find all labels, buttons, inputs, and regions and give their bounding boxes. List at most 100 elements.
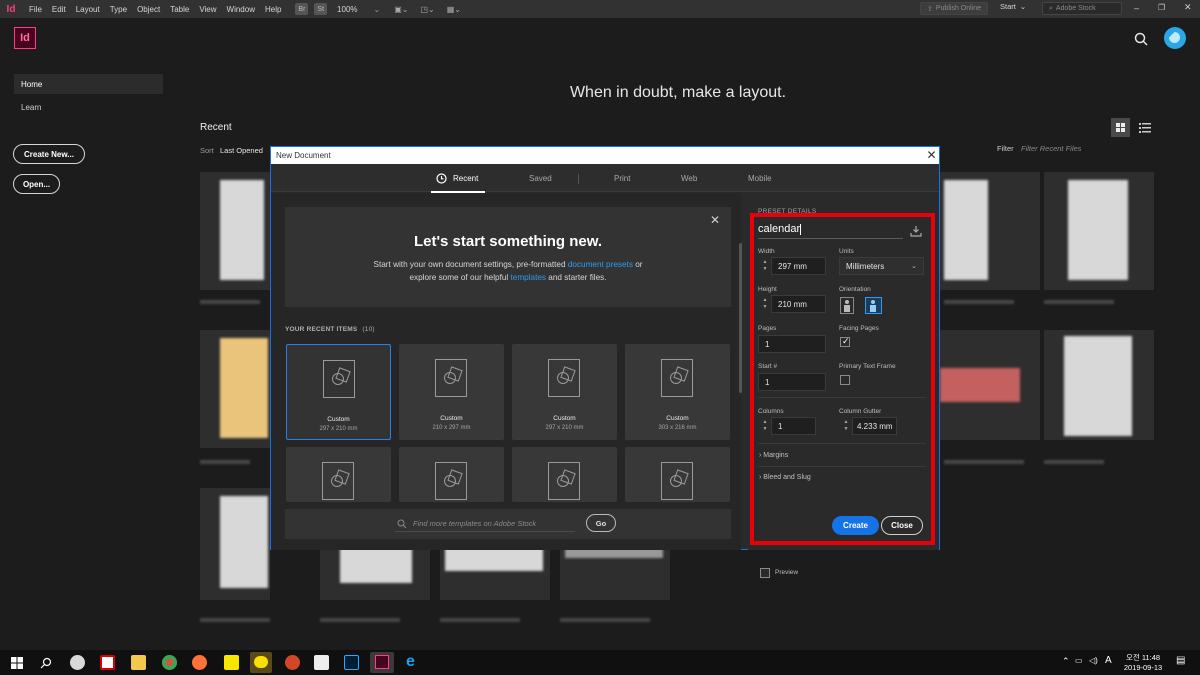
menu-layout[interactable]: Layout (76, 5, 100, 14)
preset-card[interactable] (399, 447, 504, 502)
welcome-text-part: explore some of our helpful (409, 273, 511, 282)
sort-dropdown[interactable]: Last Opened (220, 146, 263, 155)
preset-card[interactable] (625, 447, 730, 502)
preset-card[interactable] (286, 447, 391, 502)
go-button[interactable]: Go (586, 514, 616, 532)
menu-view[interactable]: View (199, 5, 216, 14)
preset-card[interactable]: Custom 303 x 216 mm (625, 344, 730, 440)
clock-time[interactable]: 오전 11:48 (1118, 652, 1168, 663)
avatar[interactable] (1164, 27, 1186, 49)
scrollbar[interactable] (739, 243, 742, 393)
paint-app-icon[interactable] (70, 655, 85, 670)
tab-recent[interactable]: Recent (453, 174, 478, 183)
open-button[interactable]: Open... (13, 174, 60, 194)
preview-checkbox[interactable] (760, 568, 770, 578)
photos-icon[interactable] (314, 655, 329, 670)
stock-search-bar: Find more templates on Adobe Stock Go (285, 509, 731, 539)
preset-card-name: Custom (440, 415, 463, 422)
banner-close-icon[interactable]: ✕ (710, 213, 720, 227)
preset-card-name: Custom (327, 416, 350, 423)
zoom-level[interactable]: 100% (337, 5, 357, 14)
list-view-icon[interactable] (1138, 120, 1152, 134)
file-explorer-icon[interactable] (131, 655, 146, 670)
nav-learn[interactable]: Learn (14, 97, 163, 117)
search-icon[interactable] (40, 657, 52, 669)
volume-icon[interactable]: ◁) (1089, 656, 1098, 665)
stock-search-input[interactable]: Find more templates on Adobe Stock (413, 519, 536, 528)
ime-indicator[interactable]: A (1105, 655, 1112, 666)
notifications-icon[interactable]: ▤ (1176, 655, 1185, 666)
welcome-title: Let's start something new. (413, 233, 603, 250)
firefox-icon[interactable] (192, 655, 207, 670)
arrange-documents-icon[interactable]: ▦⌄ (447, 5, 461, 14)
search-icon: ⌕ (1049, 4, 1053, 12)
minimize-icon[interactable]: – (1134, 3, 1139, 13)
search-icon[interactable] (1133, 31, 1149, 47)
recent-items-count: (10) (362, 326, 375, 333)
recent-file-caption (200, 460, 250, 464)
preset-card-size: 297 x 210 mm (545, 425, 584, 431)
nav-home[interactable]: Home (14, 74, 163, 94)
create-new-button[interactable]: Create New... (13, 144, 85, 164)
recent-file-thumbnail[interactable] (1044, 330, 1154, 440)
recent-file-thumbnail[interactable] (1044, 172, 1154, 290)
window-close-icon[interactable]: ✕ (1184, 2, 1192, 13)
stock-search-placeholder: Adobe Stock (1055, 5, 1096, 12)
recent-file-thumbnail[interactable] (200, 488, 270, 600)
workspace-switcher[interactable]: Start (1000, 2, 1016, 11)
preset-card[interactable]: Custom 297 x 210 mm (512, 344, 617, 440)
indesign-taskbar-icon[interactable] (370, 652, 394, 673)
menu-edit[interactable]: Edit (52, 5, 66, 14)
view-options-icon[interactable]: ▣⌄ (394, 5, 408, 14)
bridge-button[interactable]: Br (295, 3, 309, 15)
screen-mode-icon[interactable]: ◳⌄ (420, 5, 434, 14)
recent-file-thumbnail[interactable] (200, 330, 270, 448)
preset-card[interactable]: Custom 210 x 297 mm (399, 344, 504, 440)
preset-card[interactable] (512, 447, 617, 502)
network-icon[interactable]: ▭ (1075, 656, 1083, 665)
internet-explorer-icon[interactable]: e (406, 654, 421, 670)
pdf-app-icon[interactable] (100, 655, 115, 670)
recent-file-thumbnail[interactable] (940, 172, 1040, 290)
tab-print[interactable]: Print (614, 174, 630, 183)
publish-icon: ⇪ (927, 5, 933, 13)
menu-object[interactable]: Object (137, 5, 160, 14)
kakaotalk-icon[interactable] (250, 652, 272, 673)
windows-start-icon[interactable] (11, 657, 23, 669)
restore-icon[interactable]: ❐ (1158, 3, 1165, 12)
filter-input[interactable]: Filter Recent Files (1021, 144, 1081, 153)
chrome-icon[interactable] (162, 655, 177, 670)
page-tagline: When in doubt, make a layout. (569, 84, 787, 101)
menu-table[interactable]: Table (170, 5, 189, 14)
stock-search-input[interactable]: ⌕ Adobe Stock (1042, 2, 1122, 15)
grid-view-icon[interactable] (1111, 118, 1130, 137)
kakaotalk-bubble (254, 656, 268, 668)
powerpoint-icon[interactable] (285, 655, 300, 670)
document-presets-link[interactable]: document presets (568, 260, 633, 269)
document-preset-icon (661, 359, 693, 397)
stock-button[interactable]: St (314, 3, 328, 15)
tab-saved[interactable]: Saved (529, 174, 552, 183)
publish-online-button[interactable]: ⇪ Publish Online (920, 2, 989, 15)
recent-file-caption (1044, 300, 1114, 304)
tab-mobile[interactable]: Mobile (748, 174, 772, 183)
chevron-down-icon[interactable]: ⌄ (374, 5, 381, 14)
recent-items-label: YOUR RECENT ITEMS (10) (285, 326, 375, 333)
preset-card[interactable]: Custom 297 x 210 mm (286, 344, 391, 440)
tab-divider (578, 174, 579, 184)
chevron-up-icon[interactable]: ⌃ (1062, 656, 1070, 667)
tab-web[interactable]: Web (681, 174, 697, 183)
menu-file[interactable]: File (29, 5, 42, 14)
dialog-close-icon[interactable]: ✕ (925, 148, 938, 162)
templates-link[interactable]: templates (511, 273, 547, 282)
menu-help[interactable]: Help (265, 5, 281, 14)
clock-date[interactable]: 2019-09-13 (1118, 663, 1168, 672)
indesign-logo: Id (14, 27, 36, 49)
photoshop-icon[interactable] (344, 655, 359, 670)
menu-window[interactable]: Window (227, 5, 255, 14)
sticky-notes-icon[interactable] (224, 655, 239, 670)
recent-file-thumbnail[interactable] (940, 330, 1040, 440)
menu-type[interactable]: Type (110, 5, 127, 14)
document-preset-icon (435, 359, 467, 397)
recent-file-thumbnail[interactable] (200, 172, 270, 290)
